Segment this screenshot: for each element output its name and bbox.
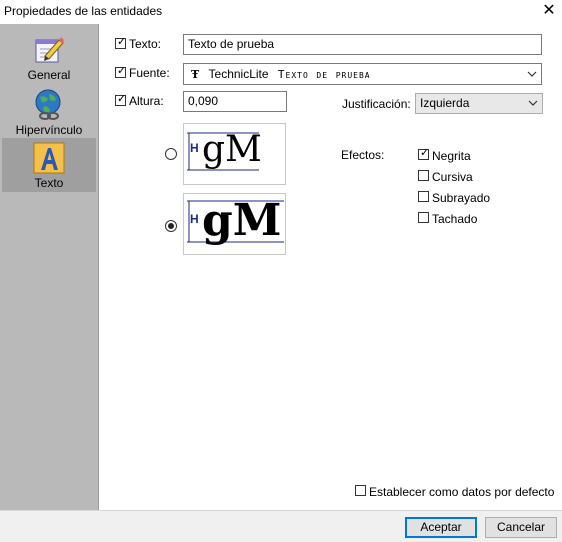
chevron-down-icon: [528, 100, 538, 106]
subrayado-label: Subrayado: [432, 191, 491, 205]
subrayado-checkbox[interactable]: [418, 191, 429, 202]
letter-a-icon: [33, 142, 65, 174]
justificacion-label: Justificación:: [342, 97, 411, 111]
globe-chain-icon: [35, 89, 61, 120]
check-icon: ✓: [420, 147, 430, 159]
default-checkbox[interactable]: [355, 485, 366, 496]
sidebar-item-hipervinculo[interactable]: Hipervínculo: [2, 85, 96, 139]
sidebar-item-texto[interactable]: Texto: [2, 138, 96, 192]
cursiva-checkbox[interactable]: [418, 170, 429, 181]
justificacion-value: Izquierda: [420, 96, 470, 110]
tachado-checkbox[interactable]: [418, 212, 429, 223]
preview-sample-bold: gM: [202, 195, 282, 246]
truetype-font-icon: Ŧ: [191, 68, 200, 81]
justificacion-select[interactable]: Izquierda: [415, 93, 543, 114]
altura-value: 0,090: [188, 94, 219, 108]
font-sample: Texto de prueba: [277, 68, 371, 81]
window-title: Propiedades de las entidades: [4, 4, 163, 18]
font-name: TechnicLite: [208, 67, 269, 81]
height-marker: H: [190, 141, 199, 155]
altura-checkbox[interactable]: ✓: [115, 93, 127, 106]
texto-value: Texto de prueba: [188, 37, 275, 51]
preview-bold-radio[interactable]: [165, 220, 177, 232]
texto-label: Texto:: [129, 37, 162, 51]
sidebar: General Hipervínculo Texto: [0, 24, 99, 510]
button-bar: Aceptar Cancelar: [0, 510, 562, 542]
sidebar-item-label: Hipervínculo: [15, 123, 83, 137]
close-icon[interactable]: ✕: [540, 2, 558, 20]
negrita-checkbox[interactable]: ✓: [418, 147, 430, 160]
negrita-label: Negrita: [432, 149, 471, 163]
cursiva-label: Cursiva: [432, 170, 473, 184]
sidebar-item-label: General: [27, 68, 71, 82]
altura-label: Altura:: [129, 94, 164, 108]
texto-input[interactable]: Texto de prueba: [183, 34, 542, 55]
fuente-checkbox[interactable]: ✓: [115, 65, 127, 78]
cancel-button[interactable]: Cancelar: [485, 517, 557, 538]
preview-normal[interactable]: H gM: [183, 123, 286, 185]
check-icon: ✓: [117, 65, 127, 77]
tachado-label: Tachado: [432, 212, 478, 226]
preview-sample-normal: gM: [202, 129, 262, 170]
preview-normal-radio[interactable]: [165, 148, 177, 160]
default-label: Establecer como datos por defecto: [369, 485, 555, 499]
radio-dot: [168, 223, 174, 229]
pencil-notepad-icon: [35, 37, 64, 63]
efectos-label: Efectos:: [341, 148, 385, 162]
sidebar-item-general[interactable]: General: [2, 30, 96, 84]
title-bar: Propiedades de las entidades ✕: [0, 0, 562, 24]
sidebar-item-label: Texto: [34, 176, 64, 190]
check-icon: ✓: [117, 93, 127, 105]
preview-bold[interactable]: H gM: [183, 193, 286, 255]
height-marker: H: [190, 212, 199, 226]
fuente-label: Fuente:: [129, 66, 170, 80]
texto-checkbox[interactable]: ✓: [115, 36, 127, 49]
check-icon: ✓: [117, 36, 127, 48]
fuente-select[interactable]: Ŧ TechnicLite Texto de prueba: [183, 63, 542, 85]
altura-input[interactable]: 0,090: [183, 91, 287, 112]
chevron-down-icon: [527, 71, 537, 77]
accept-button[interactable]: Aceptar: [405, 517, 477, 538]
